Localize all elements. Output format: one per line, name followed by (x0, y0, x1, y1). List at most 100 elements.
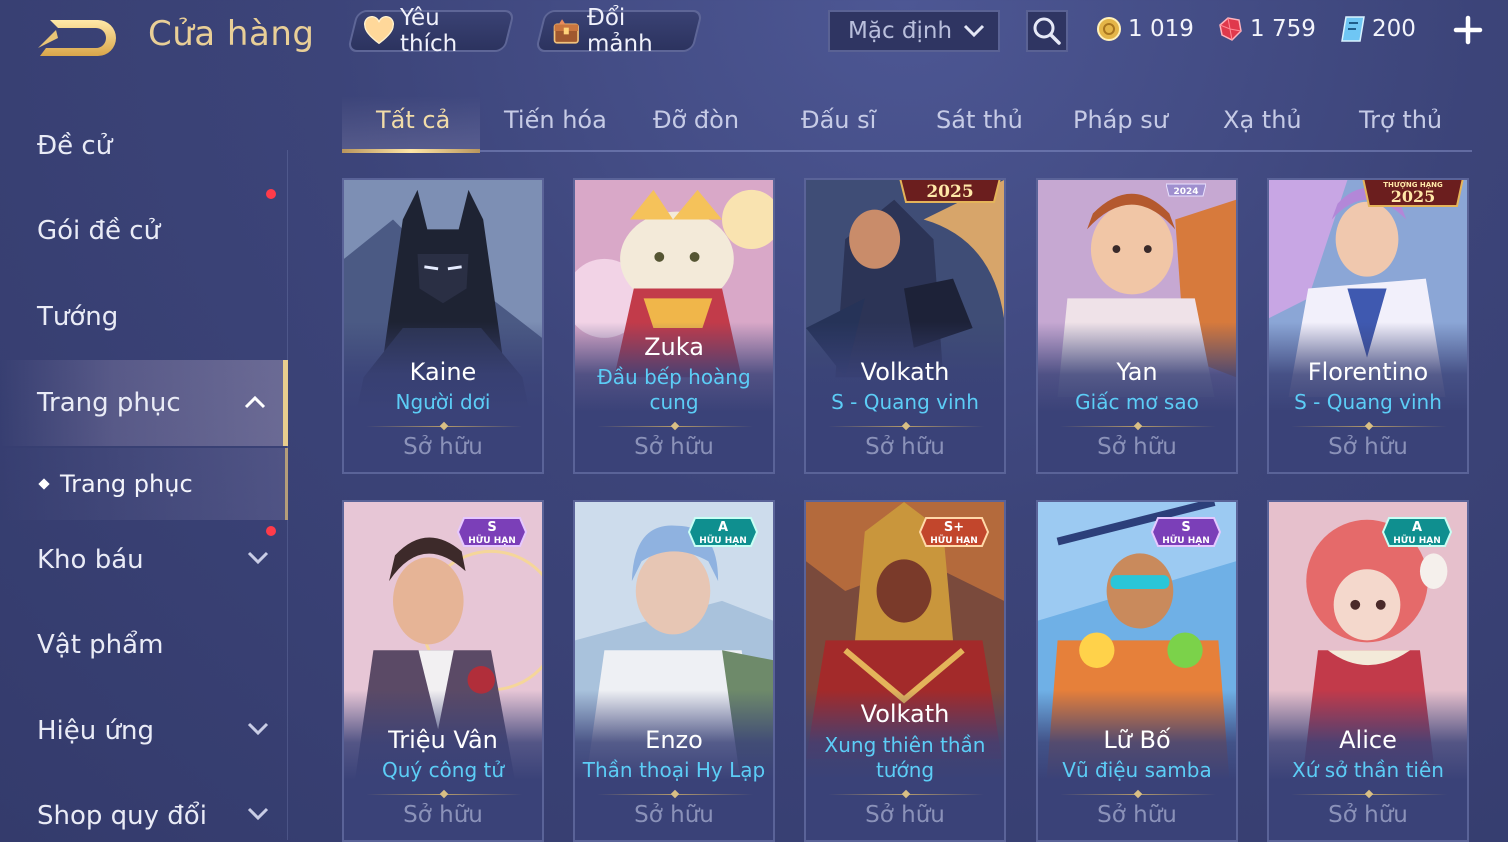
sidebar: Đề cử Gói đề cử Tướng Trang phục Trang p… (0, 100, 290, 842)
sidebar-item-skins[interactable]: Trang phục (0, 360, 288, 446)
tab-all[interactable]: Tất cả (376, 106, 450, 134)
skin-card[interactable]: A HỮU HẠN Enzo Thần thoại Hy Lạp Sở hữu (573, 500, 775, 842)
owned-status: Sở hữu (403, 802, 483, 828)
tab-evolution[interactable]: Tiến hóa (504, 106, 607, 134)
hero-name: Triệu Vân (388, 726, 498, 754)
skin-name: Quý công tử (381, 758, 505, 782)
heart-icon (364, 16, 394, 45)
tier-badge-text: S (487, 520, 496, 535)
year-badge: 2024 (1166, 183, 1206, 197)
skin-name: Người dơi (395, 390, 491, 414)
sidebar-item-effects[interactable]: Hiệu ứng (0, 689, 288, 773)
search-button[interactable] (1026, 10, 1068, 52)
year-badge-text: 2025 (1391, 187, 1436, 206)
sidebar-item-items[interactable]: Vật phẩm (0, 603, 288, 687)
owned-status: Sở hữu (865, 434, 945, 460)
sidebar-item-treasure[interactable]: Kho báu (0, 518, 288, 602)
ruby-currency: 1 759 (1216, 12, 1316, 46)
notification-dot (266, 526, 276, 536)
sidebar-item-label: Tướng (37, 302, 119, 332)
gold-coin-icon (1097, 17, 1121, 41)
skin-card[interactable]: S HỮU HẠN Triệu Vân Quý công tử Sở hữu (342, 500, 544, 842)
tier-badge-text: S (1181, 520, 1190, 535)
skin-card[interactable]: S HỮU HẠN Lữ Bố Vũ điệu samba Sở hữu (1036, 500, 1238, 842)
sidebar-item-label: Gói đề cử (37, 216, 161, 246)
tier-badge-caption: HỮU HẠN (1393, 534, 1441, 546)
add-currency-plus-icon[interactable] (1448, 10, 1488, 50)
skin-card[interactable]: THƯỢNG HẠNG 2025 Florentino S - Quang vi… (1267, 178, 1469, 474)
owned-status: Sở hữu (865, 802, 945, 828)
voucher-amount: 200 (1372, 16, 1416, 42)
tab-support[interactable]: Trợ thủ (1359, 106, 1442, 134)
skin-card[interactable]: 2024 Yan Giấc mơ sao Sở hữu (1036, 178, 1238, 474)
tab-mage[interactable]: Pháp sư (1073, 106, 1168, 134)
year-badge-text: 2024 (1173, 187, 1198, 197)
skin-card[interactable]: S+ HỮU HẠN Volkath Xung thiên thần tướng… (804, 500, 1006, 842)
tab-tank[interactable]: Đỡ đòn (653, 106, 739, 134)
hero-name: Lữ Bố (1103, 726, 1171, 754)
tier-badge-text: A (1412, 520, 1422, 535)
hero-name: Yan (1116, 358, 1158, 386)
sidebar-item-label: Đề cử (37, 131, 113, 161)
sort-value: Mặc định (848, 18, 953, 44)
hero-name: Zuka (644, 333, 704, 361)
skin-card[interactable]: Zuka Đầu bếp hoàng cung Sở hữu (573, 178, 775, 474)
sidebar-item-exchange-shop[interactable]: Shop quy đổi (0, 774, 288, 842)
hero-name: Florentino (1307, 358, 1429, 386)
tab-fighter[interactable]: Đấu sĩ (801, 106, 876, 134)
exchange-fragments-button[interactable]: Đổi mảnh (534, 5, 704, 57)
hero-name: Alice (1339, 726, 1397, 754)
bullet-icon (38, 478, 50, 490)
owned-status: Sở hữu (1097, 434, 1177, 460)
sidebar-item-label: Kho báu (37, 545, 144, 575)
sidebar-item-recommended-packs[interactable]: Gói đề cử (0, 189, 288, 273)
hero-name: Kaine (409, 358, 477, 386)
tier-badge: A HỮU HẠN (1381, 517, 1453, 547)
owned-status: Sở hữu (1328, 434, 1408, 460)
gold-currency: 1 019 (1096, 12, 1194, 46)
favorite-button[interactable]: Yêu thích (346, 5, 516, 57)
sidebar-item-heroes[interactable]: Tướng (0, 275, 288, 359)
notification-dot (266, 189, 276, 199)
owned-status: Sở hữu (634, 434, 714, 460)
owned-status: Sở hữu (634, 802, 714, 828)
skin-card[interactable]: A HỮU HẠN Alice Xứ sở thần tiên Sở hữu (1267, 500, 1469, 842)
tier-badge-text: A (718, 520, 728, 535)
voucher-icon (1341, 16, 1365, 42)
tab-marksman[interactable]: Xạ thủ (1223, 106, 1302, 134)
skin-name: Đầu bếp hoàng cung (597, 365, 751, 414)
favorite-label: Yêu thích (400, 5, 458, 57)
tier-badge-caption: HỮU HẠN (930, 534, 978, 546)
tier-badge-text: S+ (944, 520, 964, 535)
sidebar-subitem-label: Trang phục (60, 470, 193, 498)
sidebar-item-label: Shop quy đổi (37, 801, 207, 831)
hero-name: Enzo (645, 726, 703, 754)
category-tabs: Tất cả Tiến hóa Đỡ đòn Đấu sĩ Sát thủ Ph… (342, 96, 1472, 153)
sort-dropdown[interactable]: Mặc định (828, 10, 1000, 52)
sidebar-subitem-skins[interactable]: Trang phục (0, 448, 288, 520)
owned-status: Sở hữu (403, 434, 483, 460)
tab-assassin[interactable]: Sát thủ (936, 106, 1023, 134)
tier-badge: A HỮU HẠN (687, 517, 759, 547)
year-badge: THƯỢNG HẠNG 2025 (1362, 180, 1464, 207)
sidebar-item-label: Vật phẩm (37, 630, 164, 660)
skin-card[interactable]: 2025 Volkath S - Quang vinh Sở hữu (804, 178, 1006, 474)
sidebar-item-recommended[interactable]: Đề cử (0, 104, 288, 188)
top-bar: Cửa hàng Yêu thích Đổi mảnh Mặc định 1 0… (0, 0, 1508, 70)
chest-icon (553, 19, 579, 44)
skin-card[interactable]: Kaine Người dơi Sở hữu (342, 178, 544, 474)
skin-name: Xứ sở thần tiên (1292, 758, 1444, 782)
tier-badge-caption: HỮU HẠN (1162, 534, 1210, 546)
skin-name: S - Quang vinh (831, 390, 979, 414)
back-arrow-icon[interactable] (36, 16, 118, 60)
year-badge-text: 2025 (926, 182, 973, 202)
skin-name: Giấc mơ sao (1075, 390, 1199, 414)
hero-name: Volkath (860, 700, 950, 728)
sidebar-item-label: Hiệu ứng (37, 716, 154, 746)
owned-status: Sở hữu (1328, 802, 1408, 828)
gold-amount: 1 019 (1128, 16, 1194, 42)
hero-name: Volkath (860, 358, 950, 386)
chevron-up-icon (244, 395, 266, 409)
ruby-amount: 1 759 (1250, 16, 1316, 42)
tier-badge-caption: HỮU HẠN (468, 534, 516, 546)
